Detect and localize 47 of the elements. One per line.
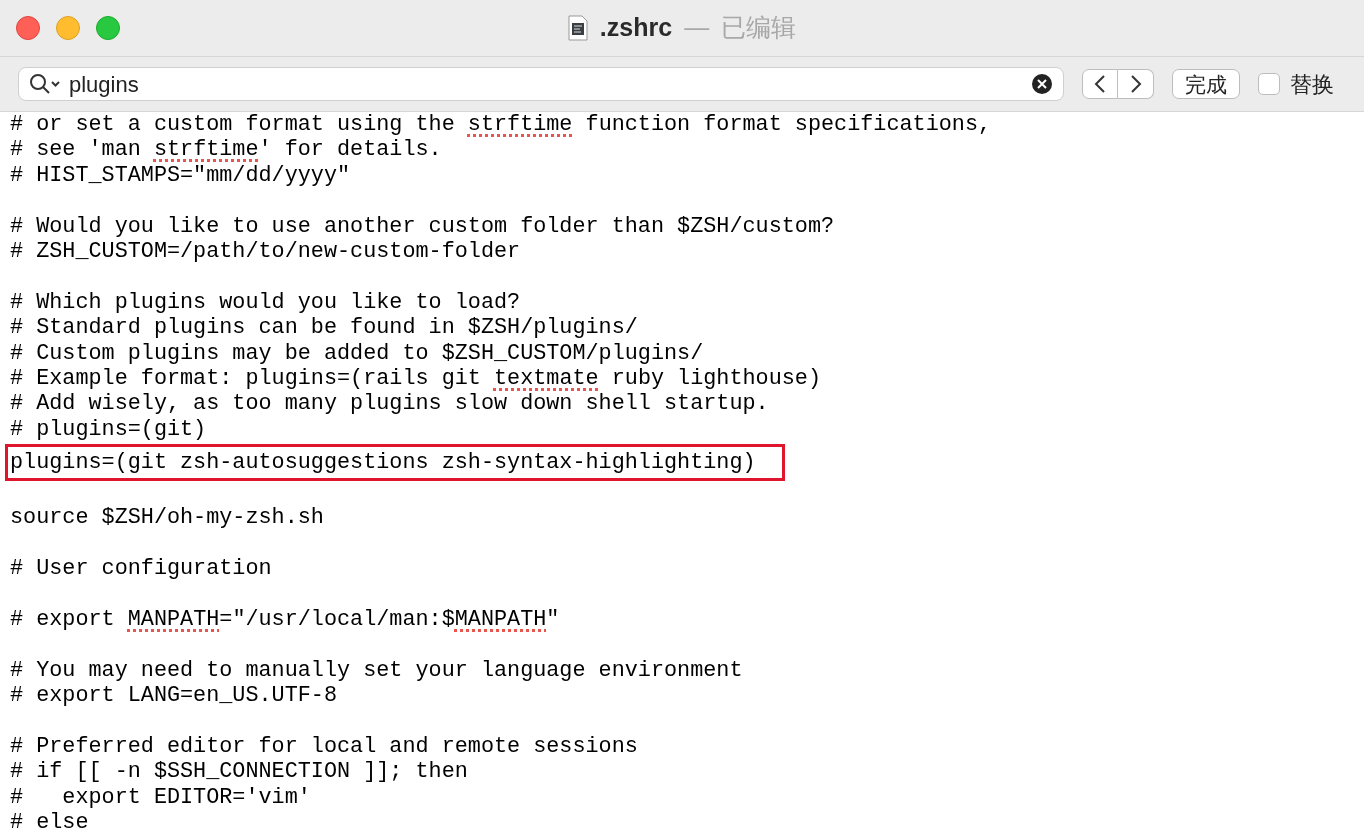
code-text: " <box>546 607 560 633</box>
code-text: # Would you like to use another custom folder than $ZSH/custom? <box>10 213 835 239</box>
code-text: # User configuration <box>10 556 272 582</box>
replace-checkbox[interactable] <box>1258 73 1280 95</box>
code-text: # Which plugins would you like to load? <box>10 289 521 316</box>
code-text: source $ZSH/oh-my-zsh.sh <box>10 505 324 531</box>
code-text: # or set a custom format using the <box>10 112 456 138</box>
code-text: # Add wisely, as too many plugins slow down shell startup. <box>10 391 769 417</box>
edited-status: 已编辑 <box>721 12 797 44</box>
code-text: # export LANG=en_US.UTF-8 <box>10 683 337 709</box>
code-text: # export EDITOR='vim' <box>10 784 311 811</box>
misspelled-word: strftime <box>467 112 573 138</box>
document-icon <box>567 15 588 41</box>
misspelled-word: MANPATH <box>454 607 547 633</box>
code-text: # HIST_STAMPS="mm/dd/yyyy" <box>10 162 351 189</box>
code-text: # Preferred editor for local and remote sessions <box>10 734 638 760</box>
code-text: plugins=(git zsh-autosuggestions zsh-syntax-highlighting) <box>10 449 756 476</box>
code-text: function format specifications, <box>584 112 992 138</box>
code-text: # Standard plugins can be found in $ZSH/plugins/ <box>10 315 638 341</box>
code-text: ruby lighthouse) <box>610 365 821 392</box>
misspelled-word: strftime <box>153 137 259 163</box>
title-separator: — <box>684 12 710 44</box>
misspelled-word: textmate <box>494 365 599 392</box>
window-title: .zshrc <box>599 12 673 44</box>
chevron-left-icon <box>1094 74 1106 94</box>
misspelled-word: MANPATH <box>127 607 220 633</box>
code-text: # Example format: plugins=(rails git <box>10 365 482 392</box>
previous-match-button[interactable] <box>1082 69 1118 99</box>
code-text: # export <box>10 607 116 633</box>
done-button[interactable]: 完成 <box>1172 69 1240 99</box>
clear-icon[interactable] <box>1031 73 1053 95</box>
search-text: plugins <box>69 70 140 99</box>
code-text: # if [[ -n $SSH_CONNECTION ]]; then <box>10 759 468 785</box>
code-text: ="/usr/local/man:$ <box>219 607 455 633</box>
code-text: # ZSH_CUSTOM=/path/to/new-custom-folder <box>10 238 521 265</box>
code-text: # see 'man <box>10 137 142 163</box>
search-field[interactable]: plugins <box>18 67 1064 101</box>
code-text: # Custom plugins may be added to $ZSH_CUSTOM/plugins/ <box>10 340 704 366</box>
replace-label: 替换 <box>1290 70 1334 99</box>
next-match-button[interactable] <box>1118 69 1154 99</box>
close-window-button[interactable] <box>16 16 40 40</box>
chevron-right-icon <box>1129 74 1142 94</box>
code-text: # else <box>10 810 89 836</box>
search-icon[interactable] <box>29 73 61 95</box>
code-text: ' for details. <box>258 137 442 163</box>
code-text: # plugins=(git) <box>10 416 207 443</box>
code-text: # You may need to manually set your language environment <box>10 657 743 684</box>
